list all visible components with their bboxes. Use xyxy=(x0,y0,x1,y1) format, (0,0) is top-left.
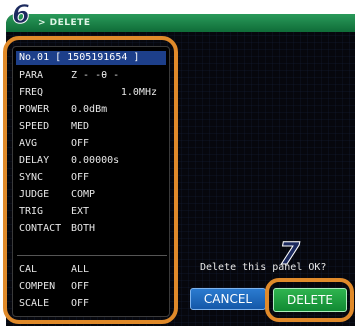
setting-row: DELAY 0.00000s xyxy=(19,154,167,168)
setting-row: PARA Z - -θ - xyxy=(19,69,167,83)
delete-button[interactable]: DELETE xyxy=(273,288,347,312)
setting-value: 0.00000s xyxy=(71,155,120,166)
screen-title: > DELETE xyxy=(38,18,91,28)
setting-label: SYNC xyxy=(19,172,44,183)
setting-label: COMPEN xyxy=(19,281,56,292)
setting-row: AVG OFF xyxy=(19,137,167,151)
step-7-badge: 7 xyxy=(279,237,301,273)
setting-value: OFF xyxy=(71,281,90,292)
panel-divider xyxy=(17,255,167,256)
setting-label: DELAY xyxy=(19,155,50,166)
step-6-badge: 6 xyxy=(11,0,31,31)
setting-value: 1.0MHz xyxy=(120,87,157,98)
setting-label: TRIG xyxy=(19,206,44,217)
setting-row: SCALE OFF xyxy=(19,297,167,311)
setting-row: SPEED MED xyxy=(19,120,167,134)
cancel-button[interactable]: CANCEL xyxy=(190,288,266,310)
setting-value: 0.0dBm xyxy=(71,104,108,115)
panel-header: No.01 [ 1505191654 ] xyxy=(16,51,166,65)
setting-row: CAL ALL xyxy=(19,263,167,277)
setting-label: SCALE xyxy=(19,298,50,309)
setting-label: PARA xyxy=(19,70,44,81)
setting-row: TRIG EXT xyxy=(19,205,167,219)
setting-value: COMP xyxy=(71,189,96,200)
setting-label: SPEED xyxy=(19,121,50,132)
setting-row: SYNC OFF xyxy=(19,171,167,185)
setting-label: CAL xyxy=(19,264,38,275)
setting-label: CONTACT xyxy=(19,223,62,234)
setting-value: ALL xyxy=(71,264,90,275)
setting-label: AVG xyxy=(19,138,38,149)
setting-value: EXT xyxy=(71,206,90,217)
panel-info-box: No.01 [ 1505191654 ] PARA Z - -θ - FREQ … xyxy=(12,46,170,317)
setting-value: OFF xyxy=(71,172,90,183)
setting-value: BOTH xyxy=(71,223,96,234)
setting-value: OFF xyxy=(71,138,90,149)
delete-confirm-message: Delete this panel OK? xyxy=(200,262,327,273)
setting-row: POWER 0.0dBm xyxy=(19,103,167,117)
setting-row: FREQ 1.0MHz xyxy=(19,86,167,100)
setting-label: JUDGE xyxy=(19,189,50,200)
setting-row: JUDGE COMP xyxy=(19,188,167,202)
setting-value: OFF xyxy=(71,298,90,309)
setting-label: FREQ xyxy=(19,87,44,98)
setting-row: COMPEN OFF xyxy=(19,280,167,294)
setting-row: CONTACT BOTH xyxy=(19,222,167,236)
setting-value: Z - -θ - xyxy=(71,70,120,81)
setting-value: MED xyxy=(71,121,90,132)
setting-label: POWER xyxy=(19,104,50,115)
